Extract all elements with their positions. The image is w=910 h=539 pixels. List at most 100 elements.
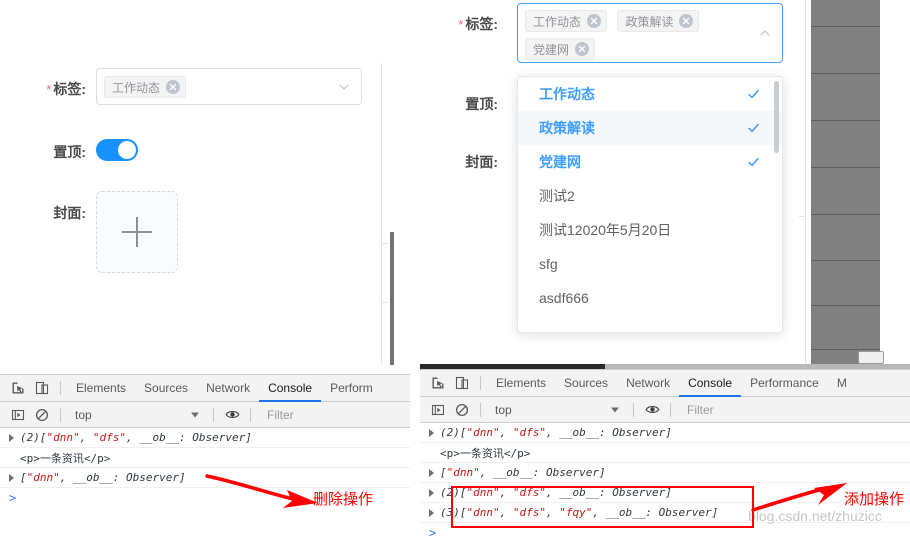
mask-divider [811, 73, 880, 74]
console-row-text: ["dnn", "dfs", __ob__: Observer] [459, 426, 672, 439]
right-annotation-arrow [751, 483, 847, 512]
dropdown-option[interactable]: 测试12020年5月20日 [518, 213, 782, 247]
dropdown-scrollbar[interactable] [774, 81, 779, 153]
left-pin-label: 置顶: [18, 142, 86, 162]
tag-chip[interactable]: 政策解读 [617, 10, 700, 32]
close-icon[interactable] [587, 14, 602, 28]
eye-icon[interactable] [220, 403, 244, 427]
expand-triangle-icon[interactable] [9, 433, 14, 442]
dropdown-option-label: 党建网 [539, 154, 581, 170]
filter-input[interactable]: Filter [677, 403, 714, 417]
dropdown-option-label: 政策解读 [539, 120, 595, 136]
tag-chip-label: 政策解读 [625, 14, 674, 29]
context-selector[interactable]: top [487, 403, 627, 417]
chevron-up-icon[interactable] [758, 26, 772, 40]
tab-performance[interactable]: Perform [321, 375, 382, 402]
left-tags-label-text: 标签: [53, 81, 86, 97]
dropdown-option[interactable]: sfg [518, 247, 782, 281]
expand-triangle-icon[interactable] [429, 488, 434, 497]
tab-sources[interactable]: Sources [555, 370, 617, 397]
tab-network[interactable]: Network [197, 375, 259, 402]
tab-elements[interactable]: Elements [487, 370, 555, 397]
console-row-text: <p>一条资讯</p> [440, 446, 531, 460]
device-toolbar-icon[interactable] [30, 376, 54, 400]
execute-icon[interactable] [426, 398, 450, 422]
expand-triangle-icon[interactable] [9, 473, 14, 482]
console-row[interactable]: <p>一条资讯</p> [0, 448, 410, 468]
expand-triangle-icon[interactable] [429, 428, 434, 437]
console-row-text: ["dnn", "dfs", __ob__: Observer] [39, 431, 252, 444]
filterbar-separator [670, 402, 671, 417]
right-tags-label-text: 标签: [465, 16, 498, 32]
mask-divider [811, 305, 880, 306]
right-tags-label: * 标签: [430, 14, 498, 34]
tab-memory[interactable]: M [828, 370, 856, 397]
context-selector[interactable]: top [67, 408, 207, 422]
mask-divider [811, 167, 880, 168]
console-prompt[interactable]: > [420, 523, 910, 539]
close-icon[interactable] [575, 42, 590, 56]
required-marker: * [46, 82, 52, 97]
tab-sources[interactable]: Sources [135, 375, 197, 402]
filterbar-separator [250, 407, 251, 422]
dropdown-option-label: 测试12020年5月20日 [539, 222, 672, 238]
left-panel-tick-bottom [381, 302, 387, 303]
inspect-element-icon[interactable] [426, 371, 450, 395]
masked-small-button [858, 351, 884, 364]
clear-console-icon[interactable] [30, 403, 54, 427]
dropdown-option-label: 测试2 [539, 188, 575, 204]
left-tags-label: * 标签: [18, 79, 86, 99]
plus-icon [122, 217, 152, 247]
left-cover-label-text: 封面: [53, 205, 86, 221]
dropdown-option[interactable]: 党建网 [518, 145, 782, 179]
left-annotation-label: 删除操作 [313, 490, 374, 508]
tab-console[interactable]: Console [679, 370, 741, 397]
filterbar-separator [633, 402, 634, 417]
close-icon[interactable] [166, 80, 181, 94]
console-row-text: ["dnn", __ob__: Observer] [20, 471, 186, 484]
chevron-down-icon [611, 407, 619, 412]
tag-chip[interactable]: 工作动态 [525, 10, 608, 32]
expand-triangle-icon[interactable] [429, 508, 434, 517]
chevron-down-icon[interactable] [337, 80, 351, 94]
right-cover-label-text: 封面: [465, 154, 498, 170]
execute-icon[interactable] [6, 403, 30, 427]
required-marker-right: * [458, 17, 464, 32]
dropdown-option[interactable]: 测试2 [518, 179, 782, 213]
tag-chip[interactable]: 工作动态 [104, 76, 187, 98]
left-devtools-filterbar: top Filter [0, 402, 410, 428]
tags-dropdown[interactable]: 工作动态政策解读党建网测试2 测试12020年5月20日 sfg asdf666 [517, 76, 783, 333]
dropdown-option[interactable]: 工作动态 [518, 77, 782, 111]
clear-console-icon[interactable] [450, 398, 474, 422]
expand-triangle-icon[interactable] [429, 468, 434, 477]
close-icon[interactable] [679, 14, 694, 28]
console-row[interactable]: (2) ["dnn", "dfs", __ob__: Observer] [0, 428, 410, 448]
tab-network[interactable]: Network [617, 370, 679, 397]
left-panel-edge [381, 63, 382, 365]
filter-input[interactable]: Filter [257, 408, 294, 422]
dropdown-option-list[interactable]: 工作动态政策解读党建网测试2 测试12020年5月20日 sfg asdf666 [518, 77, 782, 315]
pin-toggle-switch[interactable] [96, 139, 138, 161]
console-row[interactable]: (2) ["dnn", "dfs", __ob__: Observer] [420, 423, 910, 443]
console-row[interactable]: <p>一条资讯</p> [420, 443, 910, 463]
tag-chip[interactable]: 党建网 [525, 38, 596, 60]
screenshot-root: * 标签: 工作动态 置顶: 封面: * 标签: 工作动态 政策解读 党建网 置… [0, 0, 910, 539]
cover-upload-box[interactable] [96, 191, 178, 273]
dropdown-option[interactable]: asdf666 [518, 281, 782, 315]
left-tags-select[interactable]: 工作动态 [96, 68, 362, 105]
right-tags-select[interactable]: 工作动态 政策解读 党建网 [517, 3, 783, 63]
tab-elements[interactable]: Elements [67, 375, 135, 402]
eye-icon[interactable] [640, 398, 664, 422]
dropdown-option-label: sfg [539, 256, 558, 272]
left-page-scrollbar[interactable] [390, 232, 394, 365]
console-row-text: ["dnn", __ob__: Observer] [440, 466, 606, 479]
mask-divider [811, 260, 880, 261]
device-toolbar-icon[interactable] [450, 371, 474, 395]
tab-performance[interactable]: Performance [741, 370, 828, 397]
dropdown-option-label: asdf666 [539, 290, 589, 306]
right-annotation-label: 添加操作 [844, 490, 905, 508]
redacted-sidebar-mask [811, 0, 880, 364]
tab-console[interactable]: Console [259, 375, 321, 402]
dropdown-option[interactable]: 政策解读 [518, 111, 782, 145]
inspect-element-icon[interactable] [6, 376, 30, 400]
